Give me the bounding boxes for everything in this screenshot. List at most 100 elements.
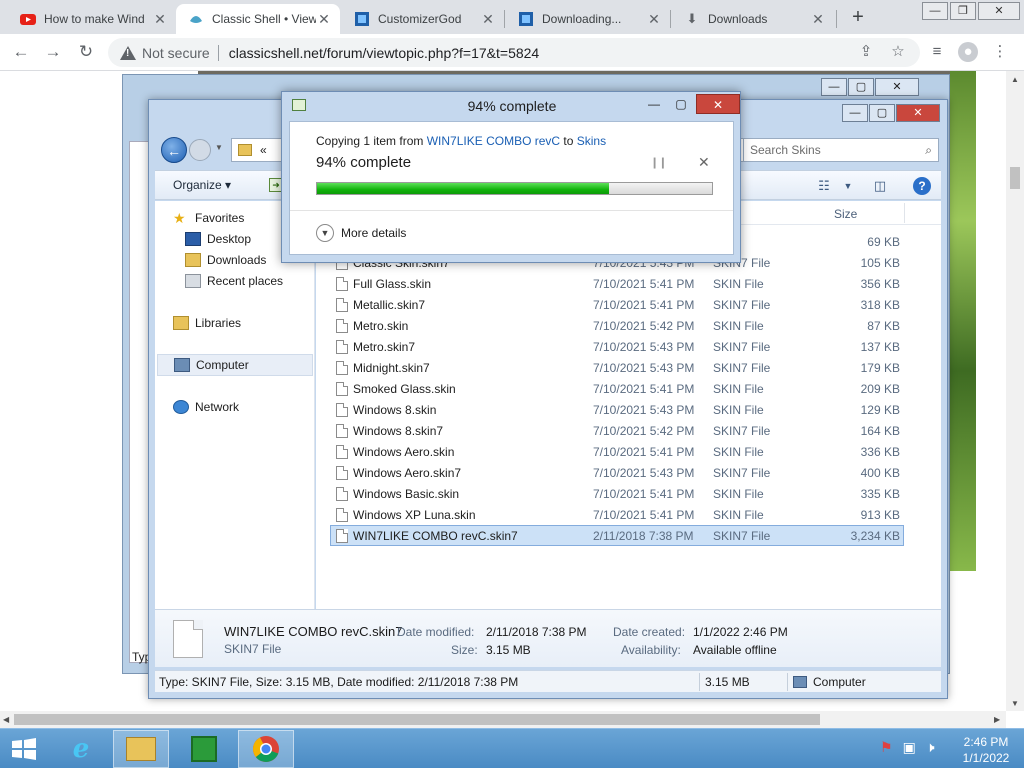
close-window-button[interactable]: ✕	[978, 2, 1020, 20]
address-bar[interactable]: Not secure classicshell.net/forum/viewto…	[108, 38, 920, 67]
source-folder-link[interactable]: WIN7LIKE COMBO revC	[427, 134, 560, 148]
nav-item-computer[interactable]: Computer	[157, 354, 313, 376]
horizontal-scrollbar[interactable]: ◀ ▶	[0, 711, 1006, 728]
table-row[interactable]: Metallic.skin7 7/10/2021 5:41 PM SKIN7 Fil…	[330, 294, 904, 315]
table-row[interactable]: Windows Aero.skin7 7/10/2021 5:43 PM SKIN7…	[330, 462, 904, 483]
forward-arrow-icon[interactable]: →	[42, 41, 64, 63]
table-row[interactable]: Windows Basic.skin 7/10/2021 5:41 PM SKIN …	[330, 483, 904, 504]
tab-youtube[interactable]: How to make Wind ✕	[8, 4, 176, 34]
table-row[interactable]: Metro.skin 7/10/2021 5:42 PM SKIN File 87 K…	[330, 315, 904, 336]
classic-shell-icon	[190, 16, 202, 23]
tab-classic-shell[interactable]: Classic Shell • View ✕	[176, 4, 340, 34]
scroll-down-icon[interactable]: ▼	[1011, 699, 1019, 708]
share-icon[interactable]: ⇪	[856, 42, 876, 62]
back-arrow-icon[interactable]: ←	[161, 137, 187, 163]
computer-icon	[174, 358, 190, 372]
taskbar-clock[interactable]: 2:46 PM 1/1/2022	[954, 734, 1018, 766]
tab-downloads[interactable]: ⬇ Downloads ✕	[672, 4, 834, 34]
nav-item-libraries[interactable]: Libraries	[173, 316, 241, 330]
table-row[interactable]: Windows Aero.skin 7/10/2021 5:41 PM SKIN F…	[330, 441, 904, 462]
url-text[interactable]: classicshell.net/forum/viewtopic.php?f=1…	[229, 45, 540, 61]
tab-customizergod[interactable]: CustomizerGod ✕	[342, 4, 504, 34]
change-view-icon[interactable]: ☷	[815, 177, 833, 195]
maximize-button[interactable]: ▢	[848, 78, 874, 96]
organize-button[interactable]: Organize ▾	[173, 178, 231, 192]
maximize-button[interactable]: ▢	[668, 94, 694, 114]
close-tab-icon[interactable]: ✕	[152, 11, 168, 28]
more-details-label[interactable]: More details	[341, 226, 406, 240]
reading-list-icon[interactable]: ≡	[927, 42, 947, 62]
file-date: 7/10/2021 5:43 PM	[593, 361, 695, 375]
speaker-muted-icon[interactable]: 🕨	[926, 739, 935, 756]
chevron-down-icon[interactable]: ▼	[316, 224, 334, 242]
close-tab-icon[interactable]: ✕	[480, 11, 496, 28]
nav-item-downloads[interactable]: Downloads	[185, 253, 266, 267]
scroll-up-icon[interactable]: ▲	[1011, 75, 1019, 84]
table-row[interactable]: Windows 8.skin 7/10/2021 5:43 PM SKIN File…	[330, 399, 904, 420]
recent-pages-chevron-icon[interactable]: ▼	[215, 143, 223, 152]
file-name: Smoked Glass.skin	[353, 382, 456, 396]
destination-folder-link[interactable]: Skins	[577, 134, 606, 148]
close-dialog-button[interactable]: ✕	[696, 94, 740, 114]
action-center-flag-icon[interactable]: ⚑	[880, 739, 893, 756]
warning-icon[interactable]	[120, 45, 136, 61]
maximize-button[interactable]: ▢	[869, 104, 895, 122]
scroll-left-icon[interactable]: ◀	[3, 715, 9, 724]
minimize-button[interactable]: —	[842, 104, 868, 122]
bookmark-star-icon[interactable]: ☆	[888, 42, 908, 62]
vertical-scrollbar[interactable]: ▲ ▼	[1006, 71, 1024, 711]
windows-start-icon[interactable]	[10, 737, 38, 761]
help-icon[interactable]: ?	[913, 177, 931, 195]
back-arrow-icon[interactable]: ←	[10, 41, 32, 63]
table-row[interactable]: Windows XP Luna.skin 7/10/2021 5:41 PM SKI…	[330, 504, 904, 525]
close-tab-icon[interactable]: ✕	[646, 11, 662, 28]
file-size: 3,234 KB	[850, 529, 900, 543]
vertical-scroll-thumb[interactable]	[1010, 167, 1020, 189]
search-input[interactable]: Search Skins ⌕	[743, 138, 939, 162]
breadcrumb-overflow[interactable]: «	[260, 143, 267, 157]
more-details-toggle[interactable]: ▼ More details	[316, 224, 406, 242]
pause-icon[interactable]: ❙❙	[650, 156, 667, 169]
nav-item-desktop[interactable]: Desktop	[185, 232, 251, 246]
close-window-button[interactable]: ✕	[875, 78, 919, 96]
view-options-chevron-icon[interactable]: ▼	[839, 177, 857, 195]
close-window-button[interactable]: ✕	[896, 104, 940, 122]
minimize-button[interactable]: —	[821, 78, 847, 96]
reload-icon[interactable]: ↻	[75, 41, 97, 63]
table-row[interactable]: WIN7LIKE COMBO revC.skin7 2/11/2018 7:38 …	[330, 525, 904, 546]
table-row[interactable]: Midnight.skin7 7/10/2021 5:43 PM SKIN7 Fil…	[330, 357, 904, 378]
file-date: 7/10/2021 5:43 PM	[593, 466, 695, 480]
forward-arrow-icon[interactable]	[189, 139, 211, 161]
chrome-button[interactable]	[238, 730, 294, 768]
table-row[interactable]: Windows 8.skin7 7/10/2021 5:42 PM SKIN7 Fi…	[330, 420, 904, 441]
file-type: SKIN File	[713, 445, 764, 459]
minimize-button[interactable]: —	[642, 94, 666, 114]
scroll-right-icon[interactable]: ▶	[994, 715, 1000, 724]
tab-downloading[interactable]: Downloading... ✕	[506, 4, 670, 34]
nav-item-favorites[interactable]: ★ Favorites	[173, 211, 244, 225]
new-tab-button[interactable]: +	[846, 6, 870, 30]
horizontal-scroll-thumb[interactable]	[14, 714, 820, 725]
store-button[interactable]	[176, 730, 232, 768]
not-secure-label[interactable]: Not secure	[142, 45, 210, 61]
table-row[interactable]: Smoked Glass.skin 7/10/2021 5:41 PM SKIN F…	[330, 378, 904, 399]
profile-avatar-icon[interactable]: ●	[958, 42, 978, 62]
internet-explorer-button[interactable]: e	[53, 730, 109, 768]
menu-kebab-icon[interactable]: ⋮	[990, 42, 1010, 62]
table-row[interactable]: Metro.skin7 7/10/2021 5:43 PM SKIN7 File 13…	[330, 336, 904, 357]
restore-button[interactable]: ❐	[950, 2, 976, 20]
file-icon	[336, 529, 348, 543]
nav-item-network[interactable]: Network	[173, 400, 239, 414]
cancel-copy-icon[interactable]: ✕	[698, 154, 710, 171]
minimize-button[interactable]: —	[922, 2, 948, 20]
file-size: 913 KB	[860, 508, 900, 522]
column-header-size[interactable]: Size	[834, 207, 857, 221]
search-icon[interactable]: ⌕	[925, 139, 932, 161]
close-tab-icon[interactable]: ✕	[810, 11, 826, 28]
table-row[interactable]: Full Glass.skin 7/10/2021 5:41 PM SKIN Fil…	[330, 273, 904, 294]
nav-item-recent-places[interactable]: Recent places	[185, 274, 283, 288]
preview-pane-icon[interactable]: ◫	[871, 177, 889, 195]
file-explorer-button[interactable]	[113, 730, 169, 768]
network-tray-icon[interactable]: ▣	[903, 739, 916, 756]
close-tab-icon[interactable]: ✕	[316, 11, 332, 28]
